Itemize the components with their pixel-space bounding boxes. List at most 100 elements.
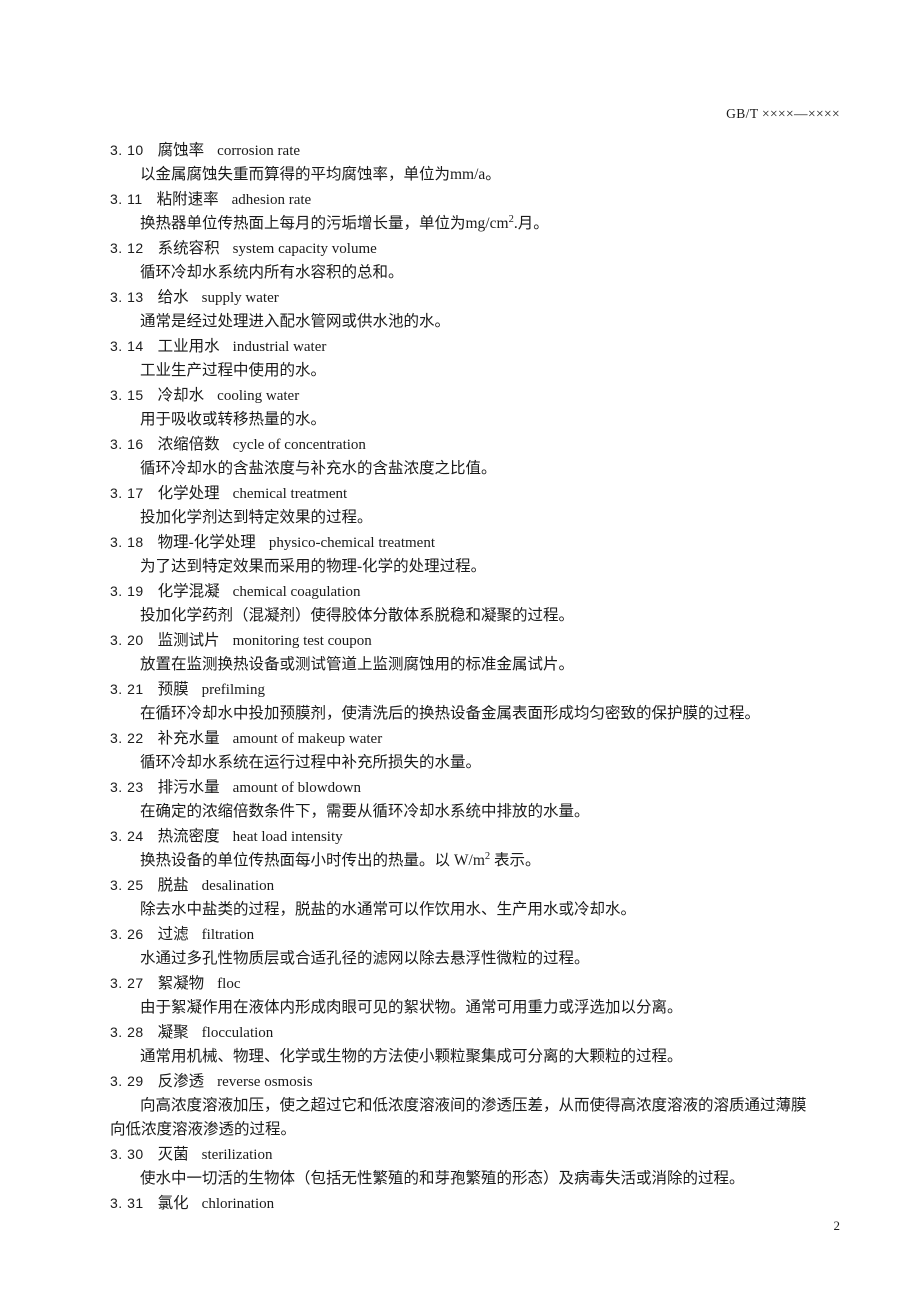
term-number: 3. 14 bbox=[110, 338, 144, 354]
term-english: adhesion rate bbox=[231, 192, 312, 208]
term-entry: 3. 19 化学混凝 chemical coagulation 投加化学药剂（混凝剂）… bbox=[110, 579, 870, 628]
term-number: 3. 18 bbox=[110, 534, 144, 550]
term-english: flocculation bbox=[201, 1025, 274, 1041]
term-chinese: 过滤 bbox=[157, 926, 189, 943]
term-number: 3. 15 bbox=[110, 387, 144, 403]
term-definition-line: 通常用机械、物理、化学或生物的方法使小颗粒聚集成可分离的大颗粒的过程。 bbox=[140, 1048, 683, 1065]
term-chinese: 灭菌 bbox=[157, 1146, 189, 1163]
term-entry: 3. 22 补充水量 amount of makeup water 循环冷却水系统在运… bbox=[110, 726, 870, 775]
term-chinese: 腐蚀率 bbox=[157, 142, 205, 159]
term-entry: 3. 21 预膜 prefilming 在循环冷却水中投加预膜剂，使清洗后的换热设备金… bbox=[110, 677, 870, 726]
term-english: chemical coagulation bbox=[232, 584, 361, 600]
term-chinese: 化学处理 bbox=[157, 485, 220, 502]
term-chinese: 热流密度 bbox=[157, 828, 220, 845]
term-chinese: 物理-化学处理 bbox=[157, 534, 256, 551]
term-entry: 3. 29 反渗透 reverse osmosis 向高浓度溶液加压，使之超过它和低浓… bbox=[110, 1069, 870, 1142]
term-entry: 3. 30 灭菌 sterilization 使水中一切活的生物体（包括无性繁殖的和芽… bbox=[110, 1142, 870, 1191]
term-heading: 3. 13 给水 supply water bbox=[110, 285, 870, 310]
term-entry: 3. 15 冷却水 cooling water 用于吸收或转移热量的水。 bbox=[110, 383, 870, 432]
term-english: physico-chemical treatment bbox=[268, 535, 435, 551]
term-heading: 3. 23 排污水量 amount of blowdown bbox=[110, 775, 870, 800]
term-heading: 3. 21 预膜 prefilming bbox=[110, 677, 870, 702]
term-entry: 3. 27 絮凝物 floc 由于絮凝作用在液体内形成肉眼可见的絮状物。通常可用重力或… bbox=[110, 971, 870, 1020]
term-definition-line: 为了达到特定效果而采用的物理-化学的处理过程。 bbox=[140, 558, 487, 575]
term-number: 3. 29 bbox=[110, 1073, 144, 1089]
term-entry: 3. 20 监测试片 monitoring test coupon 放置在监测换热设备… bbox=[110, 628, 870, 677]
term-number: 3. 30 bbox=[110, 1146, 144, 1162]
term-chinese: 凝聚 bbox=[157, 1024, 189, 1041]
term-entry: 3. 23 排污水量 amount of blowdown 在确定的浓缩倍数条件下，需… bbox=[110, 775, 870, 824]
term-english: cycle of concentration bbox=[232, 437, 366, 453]
term-english: industrial water bbox=[232, 339, 327, 355]
term-heading: 3. 10 腐蚀率 corrosion rate bbox=[110, 138, 870, 163]
term-heading: 3. 29 反渗透 reverse osmosis bbox=[110, 1069, 870, 1094]
term-number: 3. 13 bbox=[110, 289, 144, 305]
term-english: sterilization bbox=[201, 1147, 273, 1163]
term-entry: 3. 24 热流密度 heat load intensity 换热设备的单位传热面每小… bbox=[110, 824, 870, 873]
term-heading: 3. 30 灭菌 sterilization bbox=[110, 1142, 870, 1167]
term-english: supply water bbox=[201, 290, 279, 306]
terms-and-definitions-list: 3. 10 腐蚀率 corrosion rate 以金属腐蚀失重而算得的平均腐蚀率，单… bbox=[110, 138, 870, 1216]
term-english: prefilming bbox=[201, 682, 265, 698]
term-english: system capacity volume bbox=[232, 241, 377, 257]
term-definition-line: 用于吸收或转移热量的水。 bbox=[140, 411, 327, 428]
term-english: amount of makeup water bbox=[232, 731, 383, 747]
term-chinese: 冷却水 bbox=[157, 387, 205, 404]
term-definition-line: 循环冷却水系统内所有水容积的总和。 bbox=[140, 264, 404, 281]
term-chinese: 工业用水 bbox=[157, 338, 220, 355]
term-definition-line: 向低浓度溶液渗透的过程。 bbox=[110, 1121, 297, 1138]
term-chinese: 给水 bbox=[157, 289, 189, 306]
term-heading: 3. 16 浓缩倍数 cycle of concentration bbox=[110, 432, 870, 457]
term-english: corrosion rate bbox=[217, 143, 301, 159]
term-number: 3. 26 bbox=[110, 926, 144, 942]
document-page: GB/T ××××—×××× 3. 10 腐蚀率 corrosion rate 以金属… bbox=[0, 0, 920, 1302]
term-heading: 3. 25 脱盐 desalination bbox=[110, 873, 870, 898]
term-definition-line: 水通过多孔性物质层或合适孔径的滤网以除去悬浮性微粒的过程。 bbox=[140, 950, 590, 967]
term-entry: 3. 26 过滤 filtration 水通过多孔性物质层或合适孔径的滤网以除去悬浮性… bbox=[110, 922, 870, 971]
term-number: 3. 22 bbox=[110, 730, 144, 746]
term-number: 3. 23 bbox=[110, 779, 144, 795]
term-number: 3. 21 bbox=[110, 681, 144, 697]
term-definition-line: 投加化学剂达到特定效果的过程。 bbox=[140, 509, 373, 526]
term-definition-line: 放置在监测换热设备或测试管道上监测腐蚀用的标准金属试片。 bbox=[140, 656, 575, 673]
term-entry: 3. 18 物理-化学处理 physico-chemical treatment 为了… bbox=[110, 530, 870, 579]
term-english: reverse osmosis bbox=[217, 1074, 313, 1090]
term-chinese: 絮凝物 bbox=[157, 975, 205, 992]
term-heading: 3. 19 化学混凝 chemical coagulation bbox=[110, 579, 870, 604]
term-definition-line: 换热器单位传热面上每月的污垢增长量，单位为mg/cm2.月。 bbox=[140, 213, 549, 232]
term-chinese: 系统容积 bbox=[157, 240, 220, 257]
term-heading: 3. 11 粘附速率 adhesion rate bbox=[110, 187, 870, 212]
term-english: amount of blowdown bbox=[232, 780, 361, 796]
term-heading: 3. 27 絮凝物 floc bbox=[110, 971, 870, 996]
term-definition-line: 投加化学药剂（混凝剂）使得胶体分散体系脱稳和凝聚的过程。 bbox=[140, 607, 575, 624]
term-heading: 3. 14 工业用水 industrial water bbox=[110, 334, 870, 359]
term-chinese: 粘附速率 bbox=[156, 191, 219, 208]
term-english: chemical treatment bbox=[232, 486, 348, 502]
term-definition-line: 通常是经过处理进入配水管网或供水池的水。 bbox=[140, 313, 451, 330]
term-number: 3. 20 bbox=[110, 632, 144, 648]
term-definition-line: 循环冷却水系统在运行过程中补充所损失的水量。 bbox=[140, 754, 482, 771]
term-number: 3. 19 bbox=[110, 583, 144, 599]
term-entry: 3. 12 系统容积 system capacity volume 循环冷却水系统内所… bbox=[110, 236, 870, 285]
term-heading: 3. 26 过滤 filtration bbox=[110, 922, 870, 947]
term-english: monitoring test coupon bbox=[232, 633, 372, 649]
term-chinese: 排污水量 bbox=[157, 779, 220, 796]
term-entry: 3. 14 工业用水 industrial water 工业生产过程中使用的水。 bbox=[110, 334, 870, 383]
term-chinese: 浓缩倍数 bbox=[157, 436, 220, 453]
term-definition-line: 除去水中盐类的过程，脱盐的水通常可以作饮用水、生产用水或冷却水。 bbox=[140, 901, 637, 918]
term-number: 3. 27 bbox=[110, 975, 144, 991]
term-number: 3. 16 bbox=[110, 436, 144, 452]
page-number: 2 bbox=[833, 1218, 841, 1233]
term-heading: 3. 12 系统容积 system capacity volume bbox=[110, 236, 870, 261]
term-chinese: 预膜 bbox=[157, 681, 189, 698]
term-entry: 3. 17 化学处理 chemical treatment 投加化学剂达到特定效果的过… bbox=[110, 481, 870, 530]
term-number: 3. 24 bbox=[110, 828, 144, 844]
term-heading: 3. 17 化学处理 chemical treatment bbox=[110, 481, 870, 506]
term-definition-line: 在确定的浓缩倍数条件下，需要从循环冷却水系统中排放的水量。 bbox=[140, 803, 590, 820]
term-definition-line: 工业生产过程中使用的水。 bbox=[140, 362, 327, 379]
term-entry: 3. 16 浓缩倍数 cycle of concentration 循环冷却水的含盐浓… bbox=[110, 432, 870, 481]
term-number: 3. 12 bbox=[110, 240, 144, 256]
term-definition-line: 循环冷却水的含盐浓度与补充水的含盐浓度之比值。 bbox=[140, 460, 497, 477]
term-english: desalination bbox=[201, 878, 275, 894]
term-chinese: 监测试片 bbox=[157, 632, 220, 649]
